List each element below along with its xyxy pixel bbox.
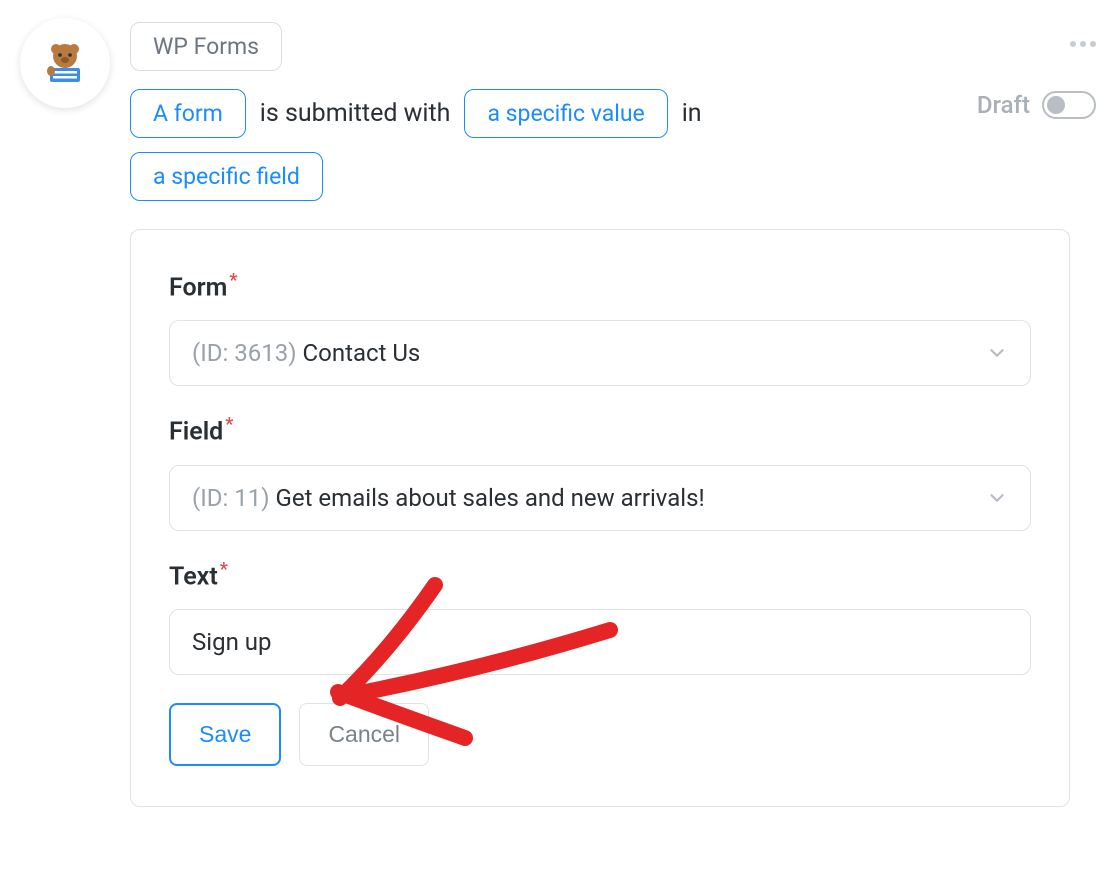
token-specific-field[interactable]: a specific field [130,152,323,201]
field-label: Field* [169,414,1031,446]
text-input[interactable] [169,609,1031,675]
token-form[interactable]: A form [130,89,246,138]
integration-chip[interactable]: WP Forms [130,22,282,71]
settings-panel: Form* (ID: 3613) Contact Us Field* [130,229,1070,807]
form-select[interactable]: (ID: 3613) Contact Us [169,320,1031,386]
field-selected-name: Get emails about sales and new arrivals! [276,484,705,512]
form-label: Form* [169,270,1031,302]
trigger-sentence: A form is submitted with a specific valu… [130,89,890,201]
save-button[interactable]: Save [169,703,281,766]
wpforms-mascot-icon [42,40,88,86]
integration-avatar [20,18,110,108]
cancel-button[interactable]: Cancel [299,703,429,766]
field-id-prefix: (ID: 11) [192,484,276,512]
integration-name: WP Forms [153,33,259,60]
sentence-text-submitted: is submitted with [260,99,451,128]
draft-label: Draft [977,91,1030,119]
draft-toggle[interactable] [1042,91,1096,119]
more-menu-icon[interactable] [1070,41,1096,47]
field-select[interactable]: (ID: 11) Get emails about sales and new … [169,465,1031,531]
form-selected-name: Contact Us [303,339,421,367]
form-id-prefix: (ID: 3613) [192,339,303,367]
text-label: Text* [169,559,1031,591]
chevron-down-icon [986,487,1008,509]
sentence-text-in: in [682,99,702,128]
chevron-down-icon [986,342,1008,364]
token-specific-value[interactable]: a specific value [464,89,667,138]
